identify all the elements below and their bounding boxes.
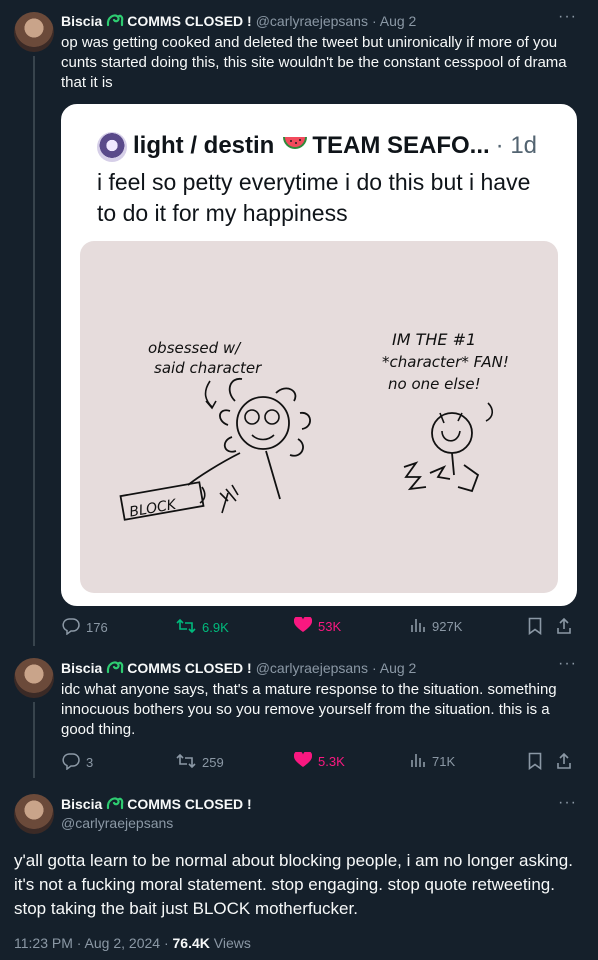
badge-text: COMMS CLOSED ! xyxy=(127,660,252,676)
full-timestamp[interactable]: 11:23 PM · Aug 2, 2024 · xyxy=(14,935,173,951)
drawing-label-right-3: no one else! xyxy=(388,375,481,393)
reply-count: 3 xyxy=(86,755,94,770)
retweet-icon xyxy=(176,617,202,638)
display-name[interactable]: Biscia xyxy=(61,660,102,676)
display-name[interactable]: Biscia xyxy=(61,13,102,29)
views-count: 71K xyxy=(432,754,456,769)
drawing-label-left-2: said character xyxy=(154,359,262,377)
drawing-block-button: BLOCK xyxy=(128,496,179,520)
views-bar-chart-icon xyxy=(410,617,432,636)
views-button[interactable]: 71K xyxy=(410,752,455,771)
more-dots-icon[interactable]: ··· xyxy=(558,8,577,26)
drawing-label-right-1: IM THE #1 xyxy=(392,330,476,349)
avatar[interactable] xyxy=(14,794,54,834)
drawing-label-right-2: *character* FAN! xyxy=(382,353,509,371)
watermelon-emoji-icon xyxy=(282,133,308,160)
reply-button[interactable]: 176 xyxy=(62,617,108,638)
green-swirl-badge-icon xyxy=(106,658,124,679)
share-icon[interactable] xyxy=(556,617,572,640)
like-count: 5.3K xyxy=(318,754,345,769)
views-label: Views xyxy=(213,935,251,951)
green-swirl-badge-icon xyxy=(106,794,124,815)
views-bar-chart-icon xyxy=(410,752,432,771)
share-icon[interactable] xyxy=(556,752,572,775)
tweet-text: y'all gotta learn to be normal about blo… xyxy=(14,851,573,918)
handle[interactable]: @carlyraejepsans xyxy=(61,815,173,831)
display-name[interactable]: Biscia xyxy=(61,796,102,812)
quote-name-suffix[interactable]: TEAM SEAFO... xyxy=(312,132,489,160)
like-button[interactable]: 5.3K xyxy=(293,750,345,771)
tweet-header: Biscia COMMS CLOSED ! @carlyraejepsans ·… xyxy=(61,11,581,31)
avatar[interactable] xyxy=(14,12,54,52)
like-count: 53K xyxy=(318,619,342,634)
reply-icon xyxy=(62,617,86,638)
handle[interactable]: @carlyraejepsans xyxy=(256,13,368,29)
green-swirl-badge-icon xyxy=(106,11,124,32)
views-button[interactable]: 927K xyxy=(410,617,462,636)
tweet-header: Biscia COMMS CLOSED ! xyxy=(61,794,252,814)
retweet-count: 259 xyxy=(202,755,224,770)
timestamp[interactable]: · Aug 2 xyxy=(372,13,416,29)
drawing-label-left-1: obsessed w/ xyxy=(148,339,242,357)
bookmark-icon[interactable] xyxy=(528,752,542,775)
quote-header: light / destin TEAM SEAFO... · 1d xyxy=(133,129,573,163)
thread-line xyxy=(33,56,35,646)
quote-text: i feel so petty everytime i do this but … xyxy=(97,169,531,226)
views-count: 76.4K xyxy=(172,935,210,951)
bookmark-icon[interactable] xyxy=(528,617,542,640)
reply-icon xyxy=(62,752,86,773)
tweet-header: Biscia COMMS CLOSED ! @carlyraejepsans ·… xyxy=(61,658,581,678)
tweet-text: idc what anyone says, that's a mature re… xyxy=(61,681,557,738)
thread-line xyxy=(33,702,35,778)
retweet-button[interactable]: 6.9K xyxy=(176,617,229,638)
more-dots-icon[interactable]: ··· xyxy=(558,794,577,812)
quote-image[interactable]: obsessed w/ said character BLOCK IM THE … xyxy=(80,241,558,593)
badge-text: COMMS CLOSED ! xyxy=(127,796,252,812)
tweet-text: op was getting cooked and deleted the tw… xyxy=(61,34,567,91)
retweet-icon xyxy=(176,752,202,773)
views-count: 927K xyxy=(432,619,463,634)
tweet-meta: 11:23 PM · Aug 2, 2024 · 76.4K Views xyxy=(14,935,251,951)
heart-icon xyxy=(293,615,318,636)
badge-text: COMMS CLOSED ! xyxy=(127,13,252,29)
like-button[interactable]: 53K xyxy=(293,615,342,636)
heart-icon xyxy=(293,750,318,771)
handle[interactable]: @carlyraejepsans xyxy=(256,660,368,676)
quote-tweet-card[interactable]: light / destin TEAM SEAFO... · 1d i feel… xyxy=(61,104,577,606)
retweet-button[interactable]: 259 xyxy=(176,752,224,773)
reply-count: 176 xyxy=(86,620,108,635)
more-dots-icon[interactable]: ··· xyxy=(558,655,577,673)
avatar[interactable] xyxy=(14,658,54,698)
quote-display-name[interactable]: light / destin xyxy=(133,132,274,160)
retweet-count: 6.9K xyxy=(202,620,229,635)
timestamp[interactable]: · Aug 2 xyxy=(372,660,416,676)
quote-avatar[interactable] xyxy=(97,132,127,162)
quote-timestamp[interactable]: · 1d xyxy=(496,132,537,160)
drawing-svg: obsessed w/ said character BLOCK IM THE … xyxy=(119,330,509,521)
reply-button[interactable]: 3 xyxy=(62,752,93,773)
